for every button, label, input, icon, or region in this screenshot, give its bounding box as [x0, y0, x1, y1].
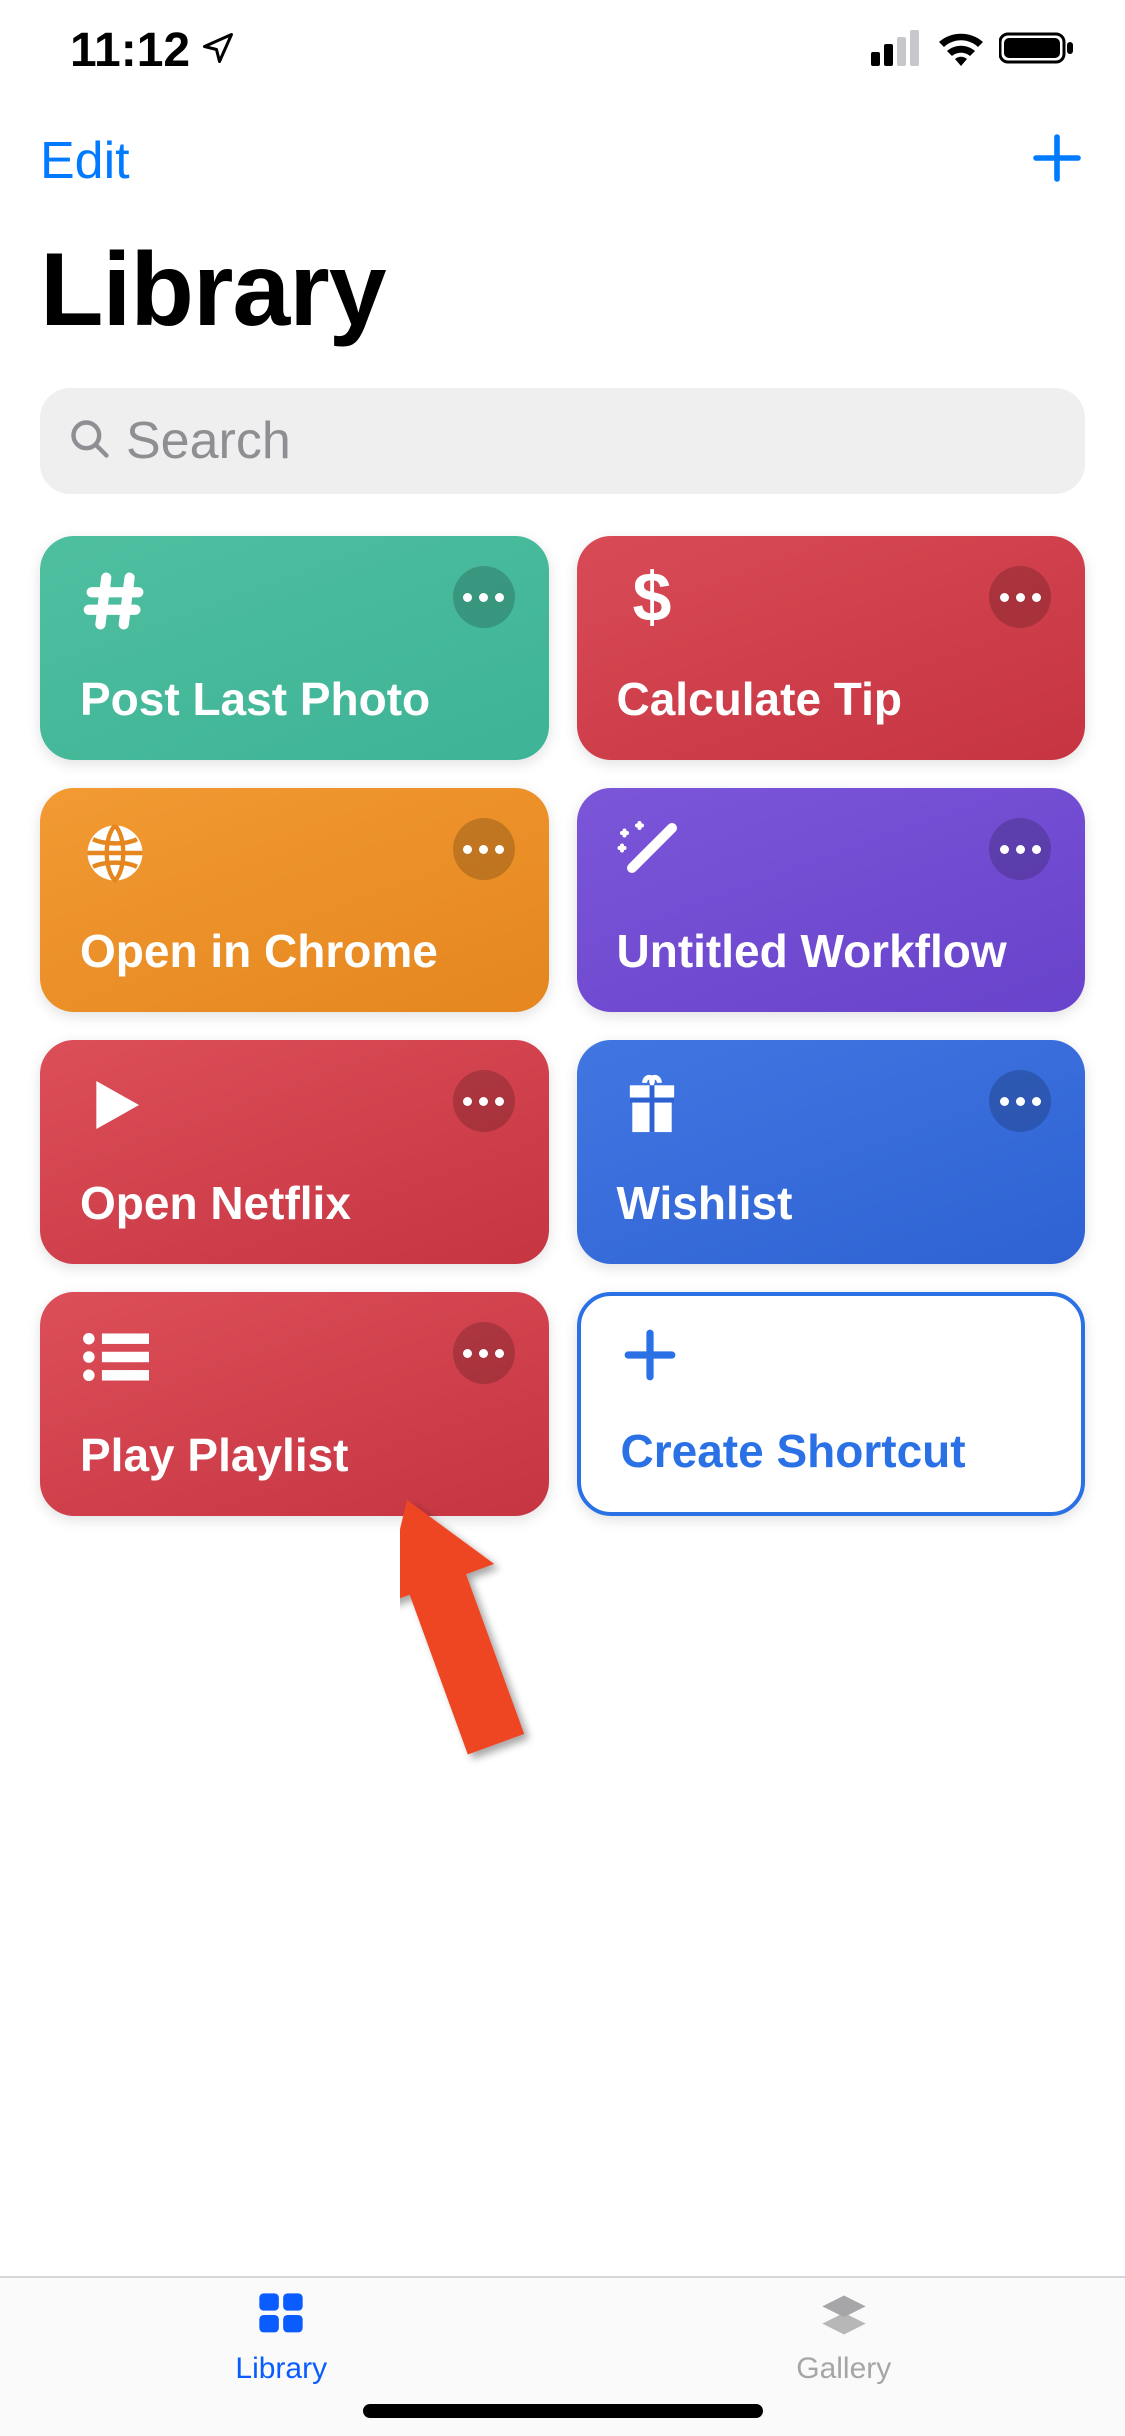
- tab-gallery-label: Gallery: [796, 2352, 891, 2386]
- shortcut-label: Play Playlist: [80, 1428, 515, 1482]
- shortcut-card[interactable]: Post Last Photo: [40, 536, 549, 760]
- shortcut-label: Post Last Photo: [80, 672, 515, 726]
- shortcut-label: Wishlist: [617, 1176, 1052, 1230]
- shortcut-card[interactable]: Play Playlist: [40, 1292, 549, 1516]
- shortcut-card[interactable]: Untitled Workflow: [577, 788, 1086, 1012]
- status-left: 11:12: [70, 23, 236, 78]
- status-right: [871, 30, 1075, 71]
- tab-gallery[interactable]: Gallery: [563, 2278, 1125, 2396]
- search-input[interactable]: [126, 411, 1057, 471]
- shortcut-card[interactable]: Open in Chrome: [40, 788, 549, 1012]
- wifi-icon: [937, 30, 985, 71]
- create-shortcut-label: Create Shortcut: [621, 1424, 1048, 1478]
- nav-bar: Edit: [0, 100, 1125, 201]
- list-icon: [80, 1322, 150, 1392]
- gallery-layers-icon: [818, 2289, 870, 2346]
- more-button[interactable]: [453, 1322, 515, 1384]
- more-button[interactable]: [989, 818, 1051, 880]
- battery-icon: [999, 30, 1075, 71]
- globe-icon: [80, 818, 150, 888]
- create-shortcut-card[interactable]: Create Shortcut: [577, 1292, 1086, 1516]
- add-shortcut-button[interactable]: [1029, 130, 1085, 191]
- shortcut-card[interactable]: Wishlist: [577, 1040, 1086, 1264]
- shortcut-card[interactable]: $ Calculate Tip: [577, 536, 1086, 760]
- tab-library-label: Library: [235, 2352, 327, 2386]
- play-icon: [80, 1070, 150, 1140]
- edit-button[interactable]: Edit: [40, 131, 130, 191]
- shortcut-label: Open Netflix: [80, 1176, 515, 1230]
- dollar-icon: $: [617, 566, 687, 636]
- wand-icon: [617, 818, 687, 888]
- shortcuts-grid: Post Last Photo $ Calculate Tip Open in Chr…: [0, 494, 1125, 1558]
- more-button[interactable]: [989, 1070, 1051, 1132]
- library-grid-icon: [255, 2289, 307, 2346]
- shortcut-label: Calculate Tip: [617, 672, 1052, 726]
- gift-icon: [617, 1070, 687, 1140]
- location-arrow-icon: [200, 23, 236, 78]
- search-field[interactable]: [40, 388, 1085, 494]
- home-indicator[interactable]: [363, 2404, 763, 2418]
- tab-library[interactable]: Library: [0, 2278, 563, 2396]
- hash-icon: [80, 566, 150, 636]
- search-container: [0, 370, 1125, 494]
- plus-icon: [621, 1326, 679, 1389]
- more-button[interactable]: [453, 566, 515, 628]
- cellular-signal-icon: [871, 30, 923, 71]
- page-title: Library: [0, 201, 1125, 370]
- more-button[interactable]: [453, 818, 515, 880]
- more-button[interactable]: [453, 1070, 515, 1132]
- shortcut-label: Open in Chrome: [80, 924, 515, 978]
- search-icon: [68, 417, 112, 466]
- svg-text:$: $: [632, 566, 671, 636]
- status-time: 11:12: [70, 23, 190, 78]
- status-bar: 11:12: [0, 0, 1125, 100]
- shortcut-card[interactable]: Open Netflix: [40, 1040, 549, 1264]
- more-button[interactable]: [989, 566, 1051, 628]
- shortcut-label: Untitled Workflow: [617, 924, 1052, 978]
